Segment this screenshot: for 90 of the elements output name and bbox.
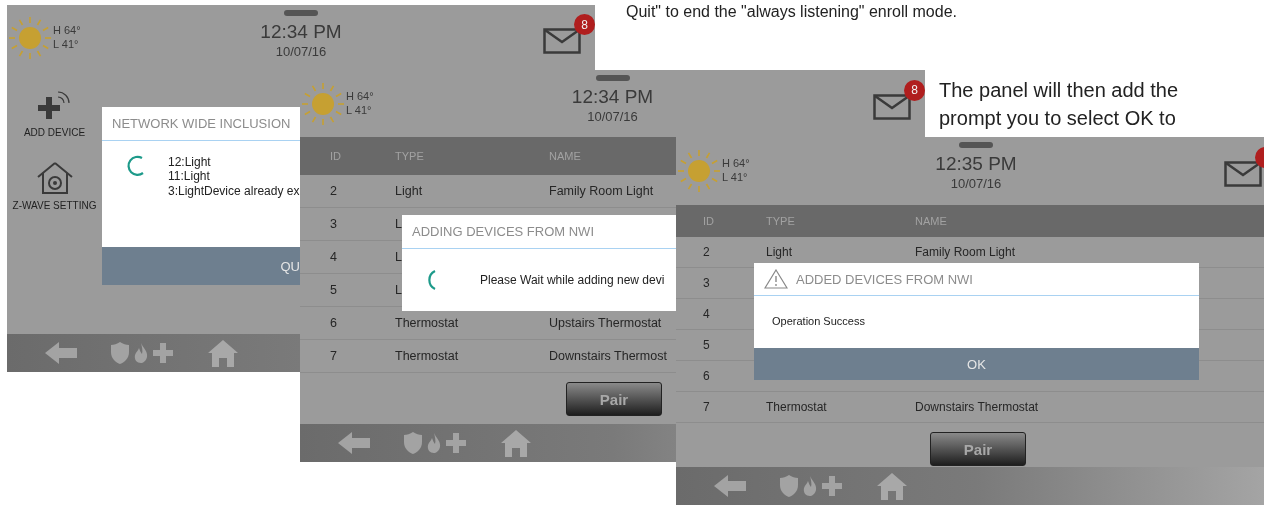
dialog-button[interactable]: OK [754,348,1199,380]
flame-icon[interactable] [803,476,817,496]
column-header: NAME [915,215,948,227]
dialog-title-text: ADDED DEVICES FROM NWI [796,271,973,287]
mail-icon[interactable] [543,28,581,54]
high-temperature: H 64° [722,157,750,171]
house-gear-icon[interactable] [36,162,73,194]
flame-icon[interactable] [134,343,148,363]
column-header: TYPE [395,150,425,162]
dialog-message: Please Wait while adding new devi [480,272,665,288]
drag-handle[interactable] [959,142,993,148]
home-icon[interactable] [500,429,532,457]
table-cell-text: 6 [329,316,338,330]
column-header: ID [702,215,715,227]
pair-button[interactable]: Pair [566,382,662,416]
table-cell-text: Downstairs Thermost [549,349,668,363]
caption-text: Quit" to end the "always listening" enroll mode. [626,1,958,22]
dialog-button[interactable]: QU [102,247,300,285]
drag-handle[interactable] [595,75,630,81]
sun-icon [7,15,53,61]
table-cell-text: Family Room Light [549,184,655,198]
low-temperature: L 41° [722,171,749,185]
flame-icon[interactable] [427,433,441,453]
back-arrow-icon[interactable] [45,342,77,364]
dialog-message: Operation Success [772,315,865,329]
plus-icon[interactable] [153,343,173,363]
dialog-message: 11:Light [168,169,211,184]
mail-icon[interactable] [873,93,911,120]
table-cell-text: Light [766,245,794,259]
table-cell-text: Thermostat [395,349,460,363]
table-cell-text: 2 [329,184,338,198]
table-cell-text: 4 [702,307,711,321]
table-cell-text: 4 [329,250,338,264]
home-icon[interactable] [207,339,239,367]
column-header: ID [329,150,342,162]
unread-badge: 8 [574,14,595,35]
back-arrow-icon[interactable] [714,475,746,497]
spinner-icon [428,269,436,291]
table-cell-text: 3 [329,217,338,231]
unread-badge: 8 [904,79,925,101]
home-icon[interactable] [876,472,908,500]
low-temperature: L 41° [53,38,80,52]
table-cell-text: 2 [702,245,711,259]
tile-label[interactable]: Z-WAVE SETTING [12,200,97,211]
caption-text: The panel will then add the [939,78,1180,103]
high-temperature: H 64° [53,24,81,38]
clock-date: 10/07/16 [275,44,327,59]
warning-icon [764,269,788,289]
table-cell-text: L [395,283,403,297]
plus-icon[interactable] [822,476,842,496]
plus-signal-icon[interactable] [37,89,72,121]
table-cell-text: Thermostat [395,316,460,330]
plus-icon[interactable] [446,433,466,453]
caption-text: prompt you to select OK to [939,106,1177,131]
table-cell-text: Family Room Light [915,245,1017,259]
clock-time: 12:34 PM [571,86,654,108]
column-header: TYPE [766,215,796,227]
high-temperature: H 64° [346,89,374,104]
pair-button[interactable]: Pair [930,432,1026,466]
shield-icon[interactable] [111,342,129,364]
back-arrow-icon[interactable] [338,432,370,454]
dialog-message: 3:LightDevice already ex [168,183,300,199]
table-cell-text: 5 [702,338,711,352]
table-cell-text: Downstairs Thermostat [915,400,1040,414]
tile-label[interactable]: ADD DEVICE [23,127,86,138]
table-cell-text: 3 [702,276,711,290]
column-header: NAME [549,150,582,162]
shield-icon[interactable] [404,432,422,454]
clock-time: 12:35 PM [935,153,1017,175]
low-temperature: L 41° [346,103,373,118]
shield-icon[interactable] [780,475,798,497]
table-cell-text: 7 [702,400,711,414]
table-cell-text: Light [395,184,424,198]
table-cell-text: L [395,250,403,264]
sun-icon [300,80,346,127]
table-cell-text: Upstairs Thermostat [549,316,663,330]
table-cell-text: 5 [329,283,338,297]
dialog-message: 12:Light [168,155,212,170]
clock-date: 10/07/16 [587,109,638,124]
dialog-title-text: ADDING DEVICES FROM NWI [412,224,594,239]
clock-time: 12:34 PM [260,21,342,43]
dialog-title-text: NETWORK WIDE INCLUSION [112,116,291,131]
drag-handle[interactable] [284,10,318,16]
table-cell-text: 6 [702,369,711,383]
mail-icon[interactable] [1224,161,1262,187]
sun-icon [676,148,722,194]
table-cell-text: 7 [329,349,338,363]
table-cell-text: L [395,217,403,231]
clock-date: 10/07/16 [950,176,1002,191]
table-cell-text: Thermostat [766,400,828,414]
